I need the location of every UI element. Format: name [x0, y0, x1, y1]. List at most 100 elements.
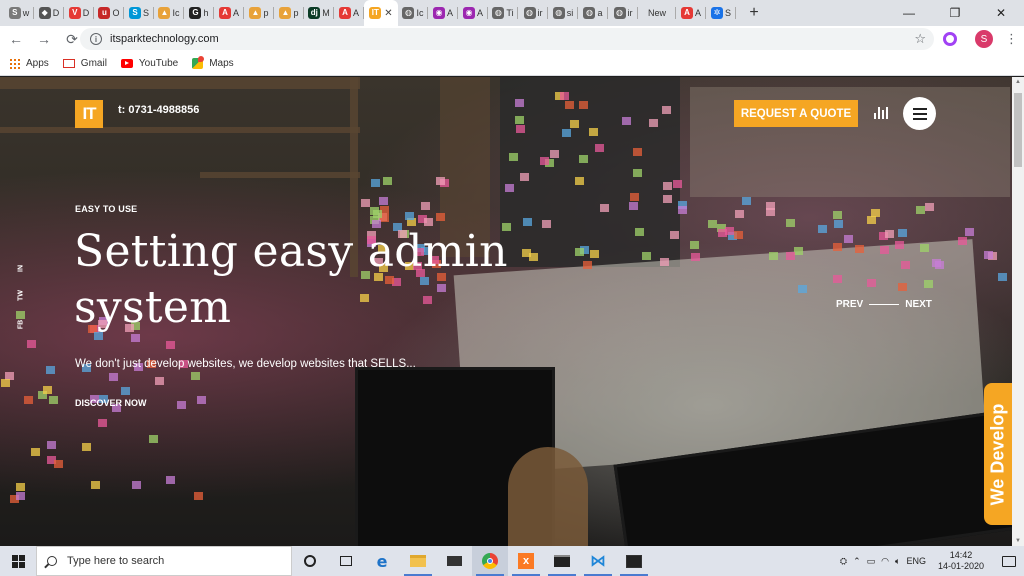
browser-tab[interactable]: ◍ Ti: [488, 0, 518, 26]
taskbar-edge[interactable]: e: [364, 546, 400, 576]
browser-tab[interactable]: ◍ a: [578, 0, 608, 26]
django-icon: dj: [308, 7, 321, 19]
browser-tab[interactable]: AA: [334, 0, 364, 26]
new-tab-button[interactable]: +: [744, 0, 764, 26]
site-logo[interactable]: IT: [75, 100, 103, 128]
it-logo-icon: IT: [369, 7, 382, 19]
bookmark-apps[interactable]: Apps: [10, 58, 49, 69]
bookmark-gmail[interactable]: Gmail: [62, 58, 107, 69]
browser-tab[interactable]: Sw: [4, 0, 34, 26]
taskbar-terminal[interactable]: [544, 546, 580, 576]
scrollbar-thumb[interactable]: [1014, 93, 1022, 167]
tray-chevron-icon[interactable]: ⌃: [853, 556, 861, 567]
browser-tab[interactable]: IT ✕: [364, 0, 398, 26]
terminal-icon: [554, 555, 570, 567]
site-info-icon[interactable]: i: [90, 33, 102, 45]
restore-button[interactable]: ❐: [932, 0, 978, 26]
prev-slide-button[interactable]: PREV: [836, 299, 863, 310]
request-quote-button[interactable]: REQUEST A QUOTE: [734, 100, 858, 127]
cortana-button[interactable]: [292, 546, 328, 576]
extension-icon[interactable]: [943, 32, 957, 46]
globe-icon: ◍: [613, 7, 626, 19]
close-window-button[interactable]: ✕: [978, 0, 1024, 26]
browser-tab[interactable]: SS: [124, 0, 154, 26]
bookmark-youtube[interactable]: YouTube: [120, 58, 178, 69]
chart-icon: ▲: [249, 7, 262, 19]
page-scrollbar[interactable]: ▲ ▼: [1012, 77, 1024, 546]
chrome-icon: [482, 553, 498, 569]
we-develop-side-tab[interactable]: We Develop: [984, 383, 1012, 525]
browser-tab[interactable]: dj M: [304, 0, 334, 26]
social-link-in[interactable]: IN: [18, 262, 25, 276]
clock-date: 14-01-2020: [937, 561, 984, 571]
tab-title: O: [112, 8, 120, 18]
browser-tab[interactable]: AA: [676, 0, 706, 26]
social-link-tw[interactable]: TW: [18, 289, 25, 303]
window-controls: — ❐ ✕: [886, 0, 1024, 26]
browser-tab[interactable]: ▲ p: [244, 0, 274, 26]
tab-title: ir: [627, 8, 633, 18]
next-slide-button[interactable]: NEXT: [905, 299, 932, 310]
browser-tab[interactable]: ◍ si: [548, 0, 578, 26]
browser-tab[interactable]: New: [638, 0, 676, 26]
cortana-icon: [304, 555, 316, 567]
wifi-icon[interactable]: ◠: [881, 556, 889, 567]
adobe-icon: A: [218, 7, 231, 19]
notification-center-icon[interactable]: [1002, 555, 1016, 567]
bookmark-star-icon[interactable]: ☆: [914, 31, 926, 47]
social-link-fb[interactable]: FB: [18, 318, 25, 332]
url-text[interactable]: itsparktechnology.com: [110, 33, 219, 45]
clock[interactable]: 14:42 14-01-2020: [938, 550, 984, 572]
browser-tab[interactable]: AA: [214, 0, 244, 26]
browser-tab[interactable]: ◍ ir: [608, 0, 638, 26]
taskbar-vscode[interactable]: ⋈: [580, 546, 616, 576]
tab-title: A: [232, 8, 239, 18]
browser-tab[interactable]: ✲ S: [706, 0, 736, 26]
scroll-down-arrow-icon[interactable]: ▼: [1015, 538, 1021, 544]
battery-icon[interactable]: ▭: [867, 556, 876, 567]
minimize-button[interactable]: —: [886, 0, 932, 26]
browser-tab[interactable]: ◆ D: [34, 0, 64, 26]
taskbar-chrome[interactable]: [472, 546, 508, 576]
volume-icon[interactable]: 🔈︎: [895, 556, 900, 567]
adobe-icon: A: [338, 7, 351, 19]
discover-now-link[interactable]: DISCOVER NOW: [75, 398, 147, 408]
browser-tab[interactable]: ◉ A: [458, 0, 488, 26]
people-icon[interactable]: ⛭: [840, 556, 847, 567]
taskbar-file-explorer[interactable]: [400, 546, 436, 576]
scroll-up-arrow-icon[interactable]: ▲: [1015, 79, 1021, 85]
browser-tab[interactable]: ▲ p: [274, 0, 304, 26]
search-icon: [47, 556, 57, 566]
edge-icon: e: [376, 551, 388, 571]
browser-tab[interactable]: ◍ Ic: [398, 0, 428, 26]
bookmark-label: Apps: [26, 58, 49, 69]
start-button[interactable]: [0, 546, 36, 576]
browser-tab[interactable]: ◉ A: [428, 0, 458, 26]
browser-tab[interactable]: Gh: [184, 0, 214, 26]
browser-tab[interactable]: VD: [64, 0, 94, 26]
bookmark-maps[interactable]: Maps: [192, 56, 234, 69]
browser-tab[interactable]: uO: [94, 0, 124, 26]
browser-menu-icon[interactable]: ⋮: [1005, 30, 1018, 48]
taskbar-search[interactable]: [36, 546, 292, 576]
taskbar-search-input[interactable]: [67, 555, 209, 567]
browser-tab[interactable]: ▲ Ic: [154, 0, 184, 26]
tab-list: Sw ◆ D V Du O S S ▲ Ic Gh A A ▲ p ▲ p dj M A A IT ✕ ◍ Ic ◉ A ◉ A ◍ Ti ◍…: [0, 0, 736, 26]
forward-button[interactable]: →: [32, 27, 56, 51]
taskbar-mail[interactable]: [436, 546, 472, 576]
task-view-button[interactable]: [328, 546, 364, 576]
taskbar-xampp[interactable]: x: [508, 546, 544, 576]
close-tab-icon[interactable]: ✕: [384, 8, 392, 19]
tab-title: si: [566, 8, 574, 18]
phone-number[interactable]: t: 0731-4988856: [118, 104, 199, 116]
profile-avatar[interactable]: S: [975, 30, 993, 48]
address-bar[interactable]: i itsparktechnology.com ☆: [80, 28, 934, 50]
hamburger-menu-button[interactable]: [903, 97, 936, 130]
language-indicator[interactable]: ENG: [906, 556, 926, 566]
browser-tab[interactable]: ◍ ir: [518, 0, 548, 26]
tab-title: p: [293, 8, 299, 18]
back-button[interactable]: ←: [4, 27, 28, 51]
taskbar-photos[interactable]: [616, 546, 652, 576]
person-figure: [508, 447, 588, 546]
bar-chart-icon[interactable]: [874, 107, 888, 119]
